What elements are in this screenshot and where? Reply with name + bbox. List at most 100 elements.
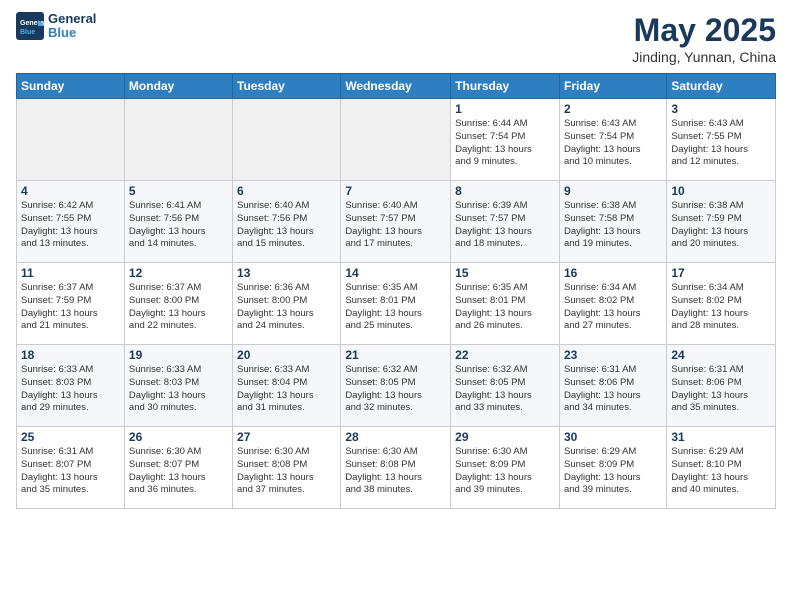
day-number: 17 xyxy=(671,266,771,280)
calendar-day-cell: 3Sunrise: 6:43 AM Sunset: 7:55 PM Daylig… xyxy=(667,99,776,181)
day-number: 14 xyxy=(345,266,446,280)
calendar-day-cell: 15Sunrise: 6:35 AM Sunset: 8:01 PM Dayli… xyxy=(451,263,560,345)
calendar-day-cell: 21 Sunrise: 6:32 AM Sunset: 8:05 PM Dayli… xyxy=(341,345,451,427)
day-number: 7 xyxy=(345,184,446,198)
day-info: Sunrise: 6:34 AM Sunset: 8:02 PM Dayligh… xyxy=(564,282,662,333)
calendar-header-cell: Sunday xyxy=(17,74,125,99)
day-info: Sunrise: 6:30 AM Sunset: 8:08 PM Dayligh… xyxy=(237,446,336,497)
day-info: Sunrise: 6:30 AM Sunset: 8:09 PM Dayligh… xyxy=(455,446,555,497)
day-info: Sunrise: 6:38 AM Sunset: 7:58 PM Dayligh… xyxy=(564,200,662,251)
day-number: 26 xyxy=(129,430,228,444)
calendar-day-cell: 24 Sunrise: 6:31 AM Sunset: 8:06 PM Dayli… xyxy=(667,345,776,427)
calendar-day-cell: 16Sunrise: 6:34 AM Sunset: 8:02 PM Dayli… xyxy=(559,263,666,345)
day-info: Sunrise: 6:33 AM Sunset: 8:04 PM Dayligh… xyxy=(237,364,336,415)
day-number: 18 xyxy=(21,348,120,362)
day-number: 22 xyxy=(455,348,555,362)
calendar-day-cell: 12Sunrise: 6:37 AM Sunset: 8:00 PM Dayli… xyxy=(124,263,232,345)
header: General Blue General Blue May 2025 Jindi… xyxy=(16,12,776,65)
calendar-day-cell: 19 Sunrise: 6:33 AM Sunset: 8:03 PM Dayli… xyxy=(124,345,232,427)
calendar-day-cell xyxy=(17,99,125,181)
calendar-day-cell: 26Sunrise: 6:30 AM Sunset: 8:07 PM Dayli… xyxy=(124,427,232,509)
calendar-day-cell: 20 Sunrise: 6:33 AM Sunset: 8:04 PM Dayli… xyxy=(233,345,341,427)
calendar-day-cell: 23Sunrise: 6:31 AM Sunset: 8:06 PM Dayli… xyxy=(559,345,666,427)
calendar-day-cell: 10 Sunrise: 6:38 AM Sunset: 7:59 PM Dayli… xyxy=(667,181,776,263)
svg-text:Blue: Blue xyxy=(20,29,35,36)
day-info: Sunrise: 6:38 AM Sunset: 7:59 PM Dayligh… xyxy=(671,200,771,251)
calendar-day-cell xyxy=(341,99,451,181)
calendar-day-cell: 8 Sunrise: 6:39 AM Sunset: 7:57 PM Daylig… xyxy=(451,181,560,263)
day-number: 29 xyxy=(455,430,555,444)
calendar-day-cell: 31Sunrise: 6:29 AM Sunset: 8:10 PM Dayli… xyxy=(667,427,776,509)
day-info: Sunrise: 6:32 AM Sunset: 8:05 PM Dayligh… xyxy=(455,364,555,415)
calendar-day-cell xyxy=(233,99,341,181)
day-number: 30 xyxy=(564,430,662,444)
day-number: 8 xyxy=(455,184,555,198)
calendar-day-cell: 17 Sunrise: 6:34 AM Sunset: 8:02 PM Dayli… xyxy=(667,263,776,345)
day-info: Sunrise: 6:43 AM Sunset: 7:54 PM Dayligh… xyxy=(564,118,662,169)
day-info: Sunrise: 6:44 AM Sunset: 7:54 PM Dayligh… xyxy=(455,118,555,169)
calendar-week-row: 18 Sunrise: 6:33 AM Sunset: 8:03 PM Dayli… xyxy=(17,345,776,427)
calendar-day-cell: 9 Sunrise: 6:38 AM Sunset: 7:58 PM Daylig… xyxy=(559,181,666,263)
calendar-day-cell: 22 Sunrise: 6:32 AM Sunset: 8:05 PM Dayli… xyxy=(451,345,560,427)
day-info: Sunrise: 6:40 AM Sunset: 7:56 PM Dayligh… xyxy=(237,200,336,251)
day-info: Sunrise: 6:32 AM Sunset: 8:05 PM Dayligh… xyxy=(345,364,446,415)
calendar-day-cell: 7Sunrise: 6:40 AM Sunset: 7:57 PM Daylig… xyxy=(341,181,451,263)
day-info: Sunrise: 6:31 AM Sunset: 8:07 PM Dayligh… xyxy=(21,446,120,497)
logo-icon: General Blue xyxy=(16,12,44,40)
day-info: Sunrise: 6:30 AM Sunset: 8:08 PM Dayligh… xyxy=(345,446,446,497)
calendar-day-cell: 1Sunrise: 6:44 AM Sunset: 7:54 PM Daylig… xyxy=(451,99,560,181)
calendar-day-cell: 2 Sunrise: 6:43 AM Sunset: 7:54 PM Daylig… xyxy=(559,99,666,181)
calendar-day-cell: 18 Sunrise: 6:33 AM Sunset: 8:03 PM Dayli… xyxy=(17,345,125,427)
day-number: 19 xyxy=(129,348,228,362)
day-info: Sunrise: 6:33 AM Sunset: 8:03 PM Dayligh… xyxy=(129,364,228,415)
day-number: 27 xyxy=(237,430,336,444)
day-info: Sunrise: 6:29 AM Sunset: 8:09 PM Dayligh… xyxy=(564,446,662,497)
day-number: 23 xyxy=(564,348,662,362)
day-info: Sunrise: 6:41 AM Sunset: 7:56 PM Dayligh… xyxy=(129,200,228,251)
calendar-day-cell: 29 Sunrise: 6:30 AM Sunset: 8:09 PM Dayli… xyxy=(451,427,560,509)
day-number: 6 xyxy=(237,184,336,198)
month-title: May 2025 xyxy=(632,12,776,49)
day-number: 11 xyxy=(21,266,120,280)
day-number: 21 xyxy=(345,348,446,362)
day-number: 31 xyxy=(671,430,771,444)
day-info: Sunrise: 6:35 AM Sunset: 8:01 PM Dayligh… xyxy=(345,282,446,333)
day-info: Sunrise: 6:35 AM Sunset: 8:01 PM Dayligh… xyxy=(455,282,555,333)
calendar-day-cell: 5 Sunrise: 6:41 AM Sunset: 7:56 PM Daylig… xyxy=(124,181,232,263)
calendar-header-cell: Friday xyxy=(559,74,666,99)
calendar-week-row: 11 Sunrise: 6:37 AM Sunset: 7:59 PM Dayli… xyxy=(17,263,776,345)
day-number: 12 xyxy=(129,266,228,280)
logo-line2: Blue xyxy=(48,26,96,40)
calendar-header-row: SundayMondayTuesdayWednesdayThursdayFrid… xyxy=(17,74,776,99)
day-number: 4 xyxy=(21,184,120,198)
calendar-header-cell: Wednesday xyxy=(341,74,451,99)
calendar-week-row: 4Sunrise: 6:42 AM Sunset: 7:55 PM Daylig… xyxy=(17,181,776,263)
calendar-header-cell: Tuesday xyxy=(233,74,341,99)
calendar-day-cell: 4Sunrise: 6:42 AM Sunset: 7:55 PM Daylig… xyxy=(17,181,125,263)
day-number: 13 xyxy=(237,266,336,280)
day-number: 9 xyxy=(564,184,662,198)
day-info: Sunrise: 6:37 AM Sunset: 7:59 PM Dayligh… xyxy=(21,282,120,333)
day-number: 2 xyxy=(564,102,662,116)
calendar-week-row: 25 Sunrise: 6:31 AM Sunset: 8:07 PM Dayli… xyxy=(17,427,776,509)
day-number: 20 xyxy=(237,348,336,362)
calendar-day-cell: 27 Sunrise: 6:30 AM Sunset: 8:08 PM Dayli… xyxy=(233,427,341,509)
day-number: 10 xyxy=(671,184,771,198)
day-info: Sunrise: 6:36 AM Sunset: 8:00 PM Dayligh… xyxy=(237,282,336,333)
day-number: 28 xyxy=(345,430,446,444)
calendar-header-cell: Monday xyxy=(124,74,232,99)
day-number: 5 xyxy=(129,184,228,198)
calendar-header-cell: Thursday xyxy=(451,74,560,99)
calendar-day-cell: 28 Sunrise: 6:30 AM Sunset: 8:08 PM Dayli… xyxy=(341,427,451,509)
day-info: Sunrise: 6:33 AM Sunset: 8:03 PM Dayligh… xyxy=(21,364,120,415)
day-number: 25 xyxy=(21,430,120,444)
day-number: 24 xyxy=(671,348,771,362)
calendar-day-cell: 6 Sunrise: 6:40 AM Sunset: 7:56 PM Daylig… xyxy=(233,181,341,263)
logo: General Blue General Blue xyxy=(16,12,96,41)
day-info: Sunrise: 6:31 AM Sunset: 8:06 PM Dayligh… xyxy=(671,364,771,415)
logo-line1: General xyxy=(48,12,96,26)
day-info: Sunrise: 6:39 AM Sunset: 7:57 PM Dayligh… xyxy=(455,200,555,251)
calendar-day-cell: 30 Sunrise: 6:29 AM Sunset: 8:09 PM Dayli… xyxy=(559,427,666,509)
day-info: Sunrise: 6:34 AM Sunset: 8:02 PM Dayligh… xyxy=(671,282,771,333)
calendar-day-cell: 25 Sunrise: 6:31 AM Sunset: 8:07 PM Dayli… xyxy=(17,427,125,509)
